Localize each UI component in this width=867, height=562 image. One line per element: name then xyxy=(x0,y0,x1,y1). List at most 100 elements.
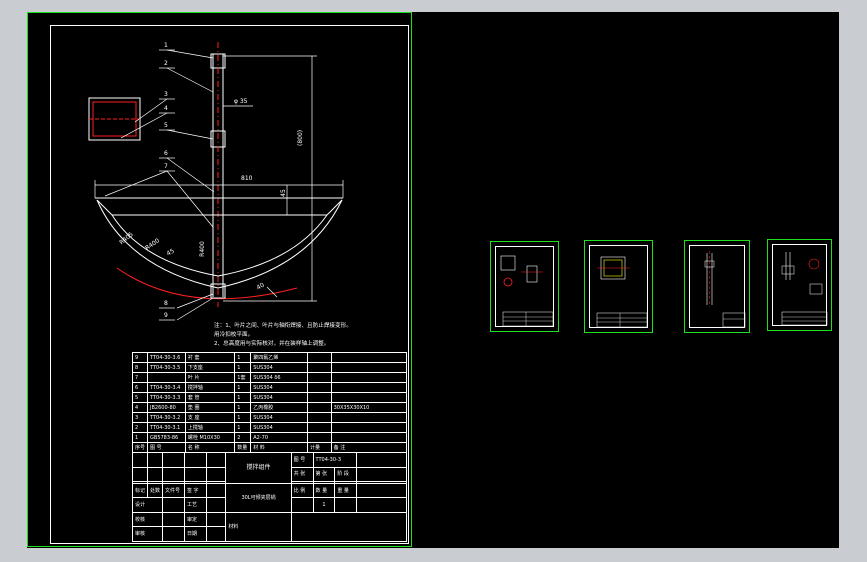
bom-row: 3 TT04-30-3.2 支 座 1 SUS304 xyxy=(131,412,408,423)
part-name: 搅拌组件 xyxy=(225,452,292,484)
bom-cell-remark xyxy=(330,412,408,423)
role-process: 工艺 xyxy=(183,497,207,513)
bom-cell-code: TT04-30-3.1 xyxy=(147,422,186,433)
bom-cell-weight xyxy=(307,412,332,423)
role-check: 校核 xyxy=(131,511,164,528)
bom-header-qty: 数量 xyxy=(234,442,252,453)
bom-cell-weight xyxy=(307,372,332,383)
sheet-no-label: 第 张 xyxy=(312,466,336,483)
bom-cell-material: 聚四氟乙烯 xyxy=(250,352,309,363)
bom-cell-name: 叶 片 xyxy=(184,372,236,383)
bom-cell-no: 2 xyxy=(131,422,149,433)
file-no-label: 文件号 xyxy=(162,482,185,499)
dim-height: (800) xyxy=(297,129,304,146)
bom-cell-remark xyxy=(330,422,408,433)
leader-7: 7 xyxy=(164,163,168,170)
dim-small: 45 xyxy=(279,189,287,197)
bom-cell-material: SUS304 xyxy=(250,362,309,373)
bom-cell-code: TT04-30-3.3 xyxy=(147,392,186,403)
bom-cell-qty: 1 xyxy=(234,362,252,373)
leader-5: 5 xyxy=(164,122,168,129)
bom-cell-material: A2-70 xyxy=(250,432,309,443)
leader-1: 1 xyxy=(164,42,168,49)
bom-cell-weight xyxy=(307,362,332,373)
bom-header-no: 序号 xyxy=(131,442,149,453)
note-line-1: 注：1、叶片之间、叶片与轴衔焊接、且防止焊接变形。 xyxy=(214,323,352,329)
bom-cell-name: 垫 圈 xyxy=(184,402,236,413)
bom-cell-material: SUS304 xyxy=(250,422,309,433)
bom-cell-remark xyxy=(330,392,408,403)
thumb-2-drawing xyxy=(596,256,648,328)
bom-cell-weight xyxy=(307,392,332,403)
bom-cell-no: 4 xyxy=(131,402,149,413)
section-detail xyxy=(88,97,141,141)
bom-cell-name: 螺栓 M10X30 xyxy=(184,432,236,443)
leader-8: 8 xyxy=(164,300,168,307)
bom-cell-qty: 1 xyxy=(234,352,252,363)
note-line-3: 2、总高度用与实际核对，并在装样轴上调整。 xyxy=(214,341,330,347)
sheet-thumb-3[interactable] xyxy=(684,240,750,333)
bom-cell-name: 上搅轴 xyxy=(184,422,236,433)
bom-cell-material: SUS304 xyxy=(250,412,309,423)
dim-r4: R400 xyxy=(198,241,206,257)
bom-header-code: 图 号 xyxy=(147,442,186,453)
blade-bowl xyxy=(95,197,343,300)
bom-cell-qty: 1 xyxy=(234,422,252,433)
thumb-4-drawing xyxy=(781,252,828,326)
bom-cell-remark: 30X35X30X10 xyxy=(330,402,408,413)
role-review: 审核 xyxy=(131,526,164,542)
sheet-thumb-2[interactable] xyxy=(584,240,653,333)
leader-9: 9 xyxy=(164,312,168,319)
cad-canvas[interactable]: 1 2 3 4 5 6 7 8 9 φ 35 810 (800) 45 R405… xyxy=(27,12,839,548)
bom-cell-remark xyxy=(330,372,408,383)
bom-cell-code: TT04-30-3.5 xyxy=(147,362,186,373)
material-label: 材料 xyxy=(225,511,292,543)
bom-cell-code: TT04-30-3.6 xyxy=(147,352,186,363)
bom-header-material: 材 料 xyxy=(250,442,309,453)
bom-row: 1 GB5783-86 螺栓 M10X30 2 A2-70 xyxy=(131,432,408,443)
bom-cell-no: 9 xyxy=(131,352,149,363)
bom-cell-remark xyxy=(330,382,408,393)
bom-cell-code: JB2600-80 xyxy=(147,402,186,413)
bom-cell-qty: 2 xyxy=(234,432,252,443)
bom-cell-material: SUS304 δ6 xyxy=(250,372,309,383)
bom-row: 7 叶 片 1套 SUS304 δ6 xyxy=(131,372,408,383)
sheet-thumb-1[interactable] xyxy=(490,241,559,332)
bom-row: 5 TT04-30-3.3 套 管 1 SUS304 xyxy=(131,392,408,403)
bom-cell-name: 衬 套 xyxy=(184,352,236,363)
leader-3: 3 xyxy=(164,91,168,98)
weight-label: 重 量 xyxy=(334,482,358,499)
bom-cell-weight xyxy=(307,402,332,413)
bom-cell-name: 套 管 xyxy=(184,392,236,403)
dim-diameter: φ 35 xyxy=(234,98,248,105)
bom-header-remark: 备 注 xyxy=(330,442,408,453)
leader-2: 2 xyxy=(164,60,168,67)
bom-header-name: 名 称 xyxy=(184,442,236,453)
mark-label: 标记 xyxy=(131,482,149,499)
role-approve: 审定 xyxy=(183,511,207,528)
bom-cell-qty: 1 xyxy=(234,412,252,423)
bom-row: 9 TT04-30-3.6 衬 套 1 聚四氟乙烯 xyxy=(131,352,408,363)
role-design: 设计 xyxy=(131,497,164,513)
bom-row: 4 JB2600-80 垫 圈 1 乙丙橡胶 30X35X30X10 xyxy=(131,402,408,413)
bom-row: 2 TT04-30-3.1 上搅轴 1 SUS304 xyxy=(131,422,408,433)
bom-cell-material: SUS304 xyxy=(250,392,309,403)
bom-cell-qty: 1 xyxy=(234,402,252,413)
role-date: 日期 xyxy=(183,526,207,542)
project-name: 30L可倾夹层锅 xyxy=(225,482,292,513)
note-line-2: 用冷扣校平面。 xyxy=(214,332,254,338)
sheets-total-label: 共 张 xyxy=(290,466,314,483)
bom-cell-code: GB5783-86 xyxy=(147,432,186,443)
bom-row: 8 TT04-30-3.5 下支座 1 SUS304 xyxy=(131,362,408,373)
sheet-thumb-4[interactable] xyxy=(767,239,832,331)
shaft xyxy=(210,42,226,307)
bill-of-materials: 9 TT04-30-3.6 衬 套 1 聚四氟乙烯 8 TT04-30-3.5 下支座 1 SUS… xyxy=(131,352,408,453)
bom-cell-no: 3 xyxy=(131,412,149,423)
thumb-1-drawing xyxy=(500,255,554,327)
bom-cell-name: 支 座 xyxy=(184,412,236,423)
bom-cell-no: 1 xyxy=(131,432,149,443)
bom-cell-no: 6 xyxy=(131,382,149,393)
bom-cell-remark xyxy=(330,352,408,363)
count-label: 处数 xyxy=(147,482,164,499)
bom-cell-weight xyxy=(307,432,332,443)
